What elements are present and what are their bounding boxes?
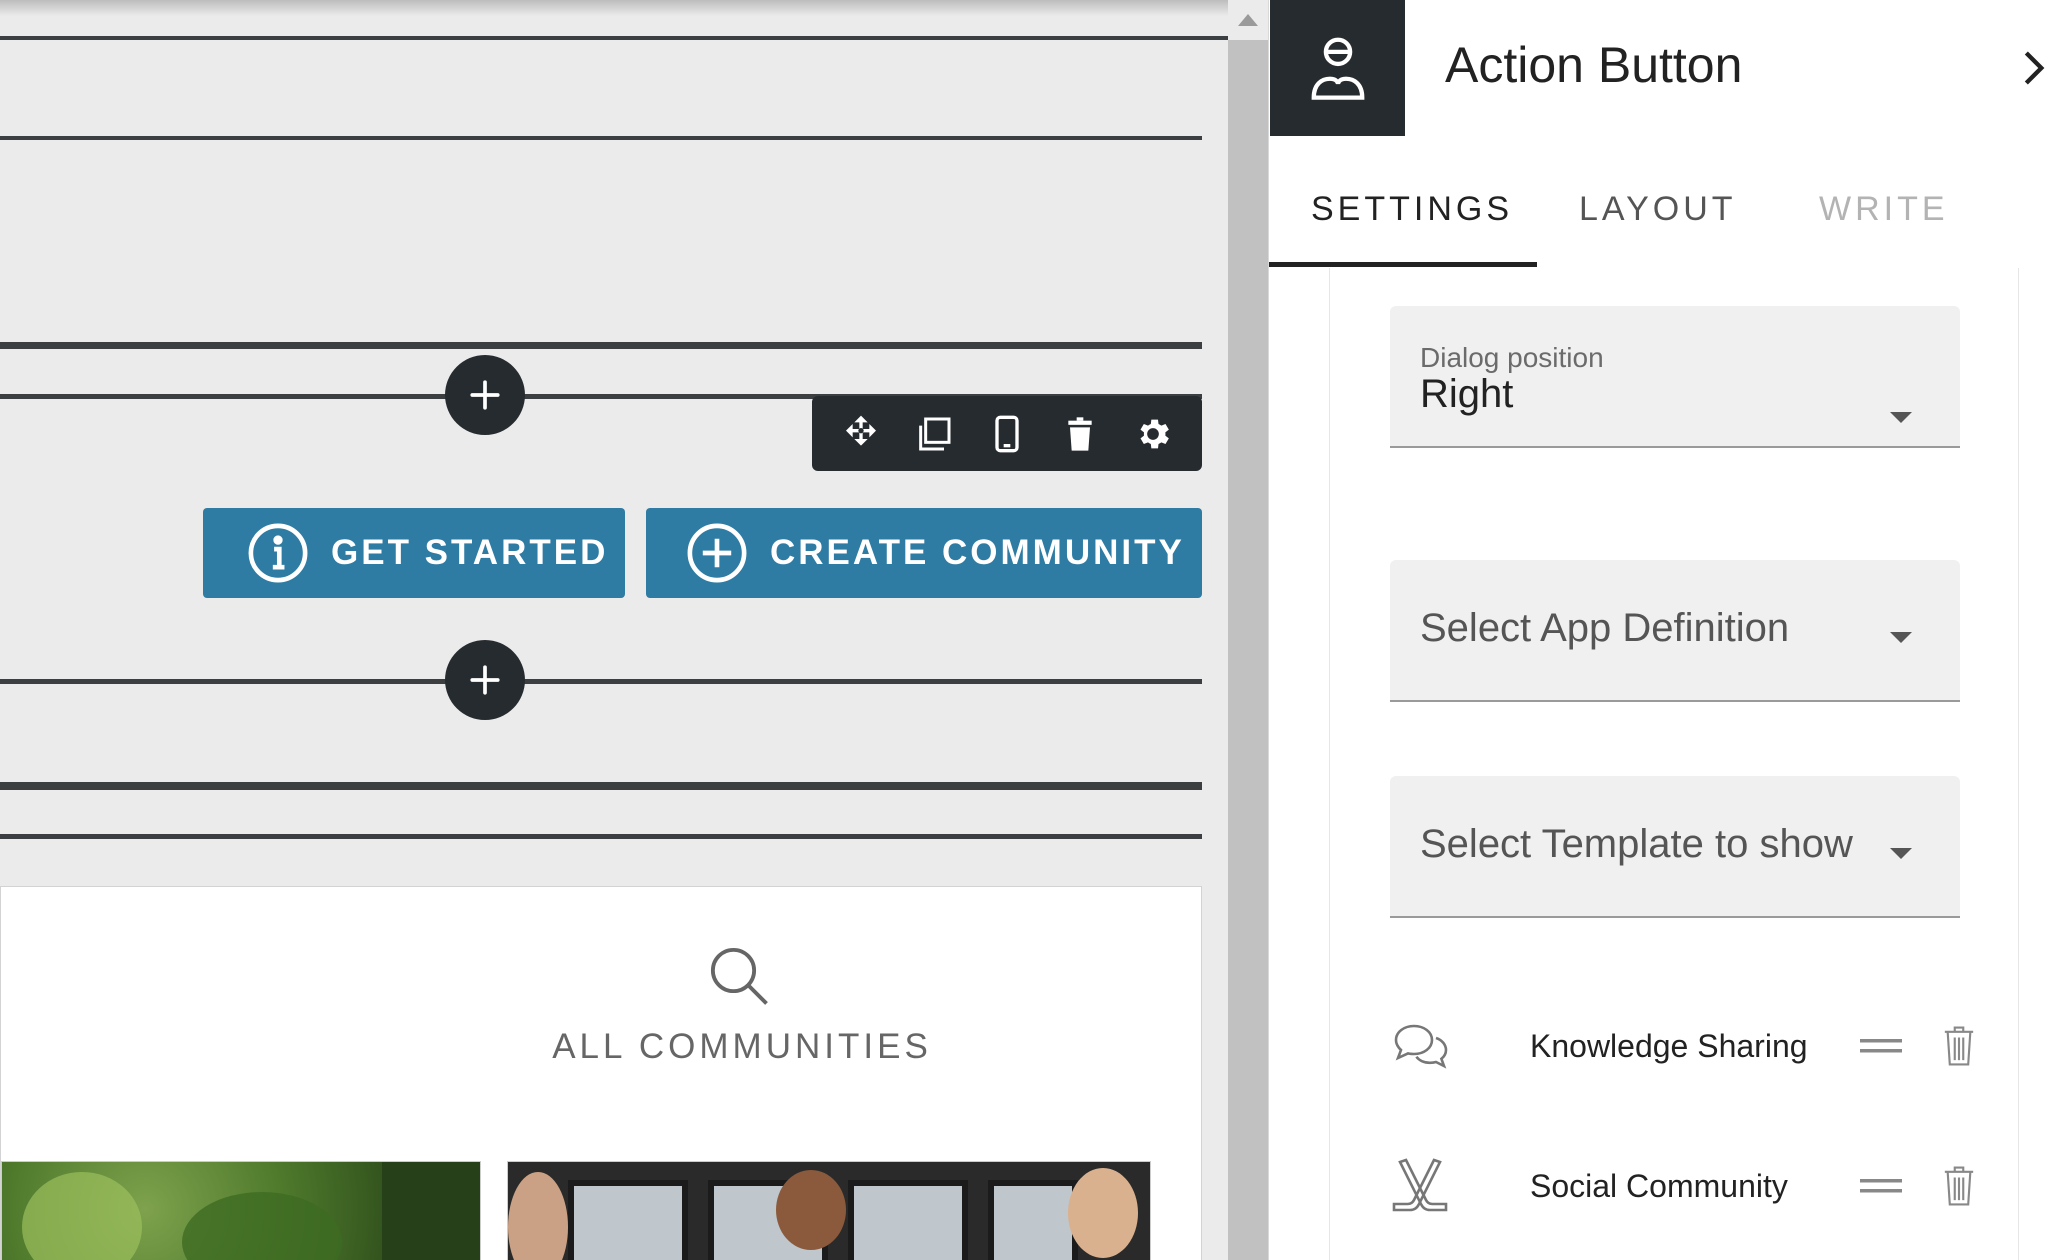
- community-image[interactable]: [507, 1161, 1151, 1260]
- block-toolbar: [812, 396, 1202, 471]
- create-community-button[interactable]: CREATE COMMUNITY: [646, 508, 1202, 598]
- plus-circle-icon: [687, 523, 747, 583]
- trash-icon[interactable]: [1942, 1164, 1976, 1208]
- gear-icon: [1140, 419, 1170, 448]
- trash-icon[interactable]: [1942, 1024, 1976, 1068]
- top-shadow: [0, 0, 1228, 16]
- active-tab-indicator: [1269, 262, 1537, 267]
- panel-title: Action Button: [1445, 37, 1743, 93]
- app-name: Knowledge Sharing: [1530, 1027, 1808, 1064]
- chevron-right-icon[interactable]: [2013, 46, 2053, 90]
- drag-handle-icon[interactable]: [1860, 1038, 1902, 1054]
- app-definition-select[interactable]: Select App Definition: [1390, 560, 1960, 702]
- insert-line: [0, 679, 1202, 684]
- section-divider: [0, 834, 1202, 839]
- dialog-position-value: Right: [1420, 372, 1514, 416]
- section-divider: [0, 342, 1202, 349]
- user-group-icon: [1311, 37, 1364, 100]
- get-started-label: GET STARTED: [331, 533, 609, 572]
- add-block-button[interactable]: [445, 355, 525, 435]
- list-item[interactable]: Knowledge Sharing: [1390, 1006, 1990, 1086]
- mobile-visibility-button[interactable]: [985, 412, 1029, 456]
- scroll-up-arrow-icon[interactable]: [1238, 14, 1258, 26]
- panel-icon-box: [1270, 0, 1405, 136]
- plus-icon: [470, 665, 500, 695]
- info-circle-icon: [248, 523, 308, 583]
- list-item[interactable]: Social Community: [1390, 1146, 1990, 1226]
- settings-button[interactable]: [1131, 412, 1175, 456]
- duplicate-icon: [918, 417, 951, 450]
- section-title: ALL COMMUNITIES: [552, 1027, 932, 1066]
- dialog-position-select[interactable]: Dialog position Right: [1390, 306, 1960, 448]
- panel-body: Dialog position Right Select App Definit…: [1329, 268, 2019, 1260]
- get-started-button[interactable]: GET STARTED: [203, 508, 625, 598]
- duplicate-button[interactable]: [912, 412, 956, 456]
- caret-down-icon: [1890, 848, 1912, 859]
- panel-header: Action Button: [1269, 0, 2053, 136]
- app-name: Social Community: [1530, 1167, 1788, 1204]
- delete-button[interactable]: [1058, 412, 1102, 456]
- template-select[interactable]: Select Template to show: [1390, 776, 1960, 918]
- tab-write[interactable]: WRITE: [1819, 190, 1949, 229]
- section-divider: [0, 782, 1202, 790]
- communities-section: ALL COMMUNITIES: [0, 886, 1202, 1260]
- dialog-position-label: Dialog position: [1420, 342, 1604, 373]
- panel-tabs: SETTINGS LAYOUT WRITE: [1269, 170, 2053, 267]
- drag-handle-icon[interactable]: [1860, 1178, 1902, 1194]
- tab-settings[interactable]: SETTINGS: [1311, 190, 1513, 229]
- plus-icon: [470, 380, 500, 410]
- caret-down-icon: [1890, 632, 1912, 643]
- community-image[interactable]: [1, 1161, 481, 1260]
- trash-icon: [1068, 416, 1092, 451]
- settings-panel: Action Button SETTINGS LAYOUT WRITE Dial…: [1268, 0, 2053, 1260]
- caret-down-icon: [1890, 412, 1912, 423]
- chat-bubbles-icon: [1394, 1024, 1448, 1069]
- section-divider: [0, 136, 1202, 140]
- section-divider: [0, 36, 1228, 40]
- add-block-button[interactable]: [445, 640, 525, 720]
- tab-layout[interactable]: LAYOUT: [1579, 190, 1737, 229]
- editor-canvas: GET STARTED CREATE COMMUNITY ALL COMMUNI…: [0, 0, 1228, 1260]
- hockey-sticks-icon: [1392, 1158, 1448, 1212]
- template-placeholder: Select Template to show: [1420, 822, 1853, 866]
- canvas-scrollbar[interactable]: [1228, 0, 1268, 1260]
- mobile-icon: [995, 415, 1019, 452]
- app-definition-placeholder: Select App Definition: [1420, 606, 1790, 650]
- move-icon: [845, 415, 876, 446]
- search-icon: [710, 947, 768, 1005]
- move-button[interactable]: [839, 412, 883, 456]
- create-community-label: CREATE COMMUNITY: [770, 533, 1185, 572]
